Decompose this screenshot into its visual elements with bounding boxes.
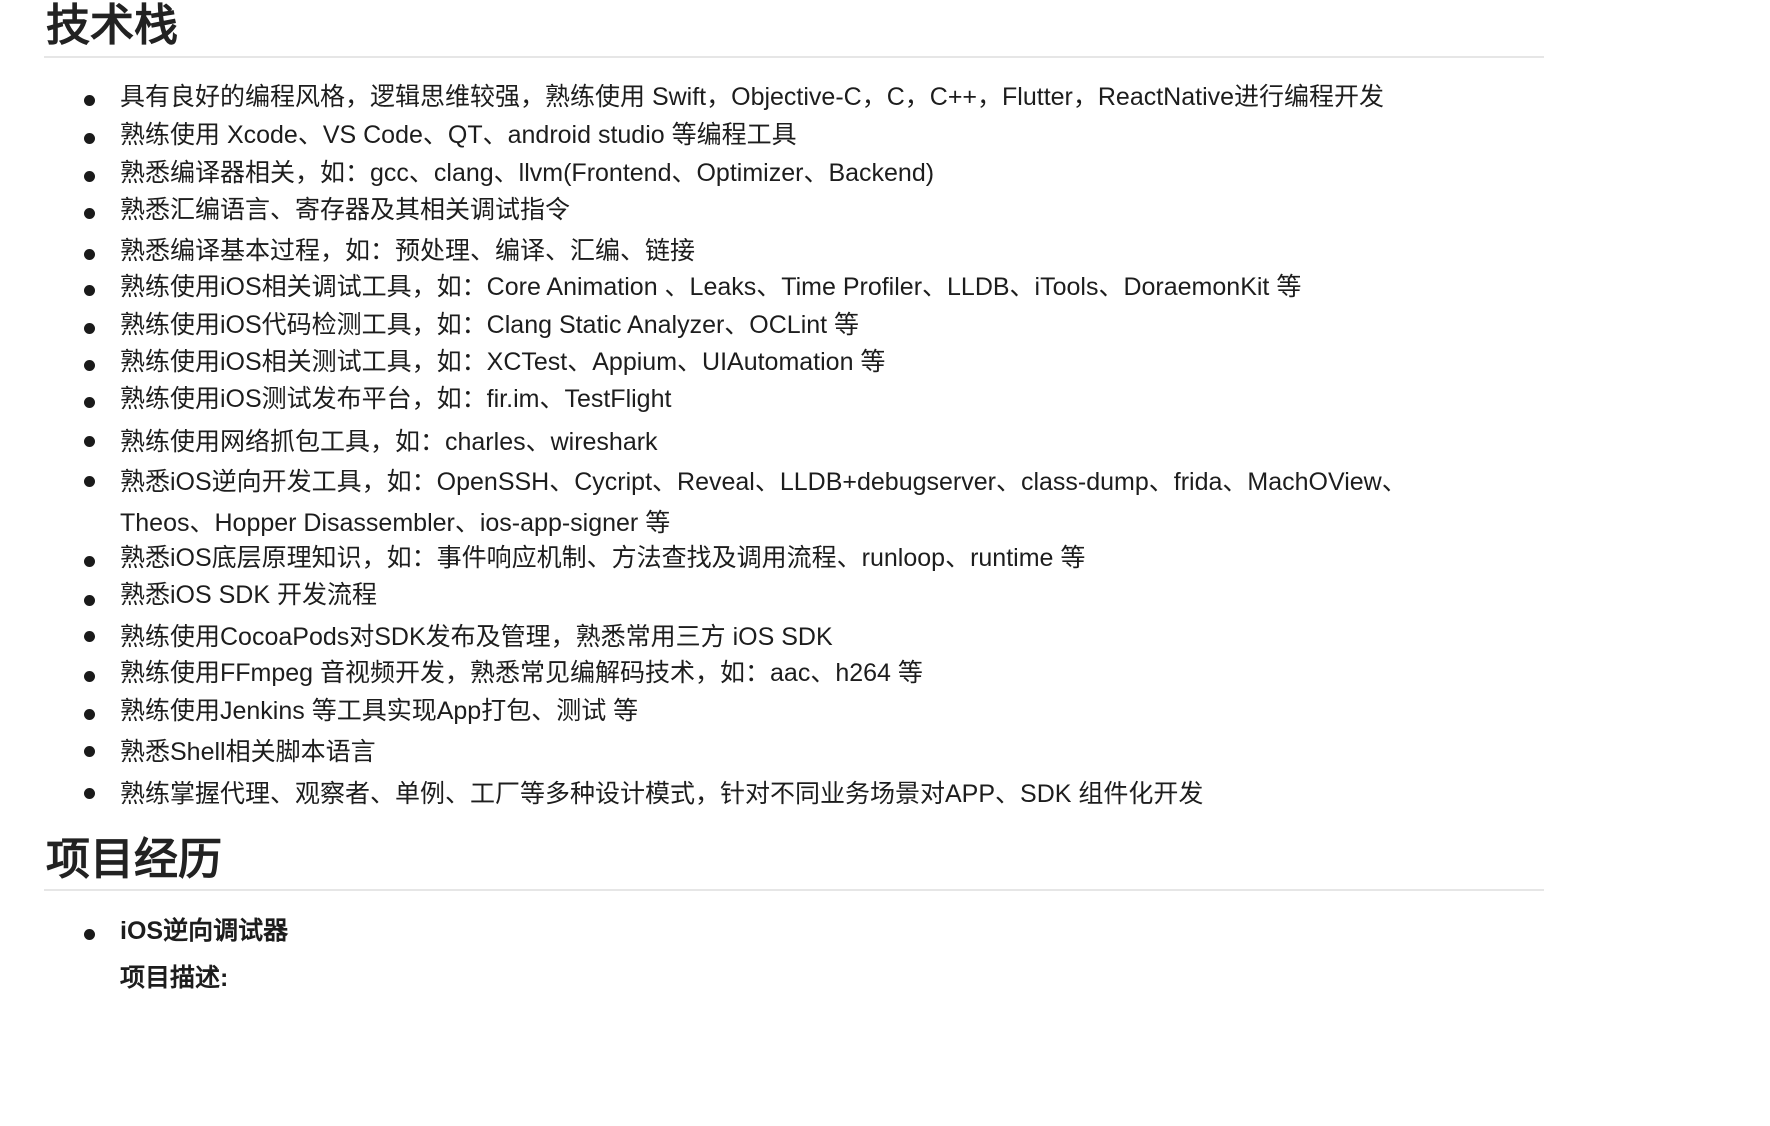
section-title-projects: 项目经历 — [46, 835, 222, 884]
list-item-text: 熟练使用iOS相关调试工具，如：Core Animation 、Leaks、Ti… — [120, 273, 1302, 301]
project-title: iOS逆向调试器 — [120, 917, 289, 945]
list-item-text: 熟练使用FFmpeg 音视频开发，熟悉常见编解码技术，如：aac、h264 等 — [120, 659, 923, 687]
list-item-text: 熟练使用CocoaPods对SDK发布及管理，熟悉常用三方 iOS SDK — [120, 623, 833, 651]
bullet-icon — [84, 788, 95, 799]
bullet-icon — [84, 476, 95, 487]
project-description-label: 项目描述: — [120, 964, 229, 992]
bullet-icon — [84, 285, 95, 296]
bullet-icon — [84, 323, 95, 334]
bullet-icon — [84, 595, 95, 606]
bullet-icon — [84, 929, 95, 940]
list-item-text: 熟悉汇编语言、寄存器及其相关调试指令 — [120, 196, 571, 224]
bullet-icon — [84, 249, 95, 260]
list-item-text: 熟练使用Jenkins 等工具实现App打包、测试 等 — [120, 697, 639, 725]
bullet-icon — [84, 436, 95, 447]
list-item-text: 熟练使用网络抓包工具，如：charles、wireshark — [120, 428, 658, 456]
bullet-icon — [84, 171, 95, 182]
bullet-icon — [84, 397, 95, 408]
list-item-text: 熟练使用iOS代码检测工具，如：Clang Static Analyzer、OC… — [120, 311, 860, 339]
bullet-icon — [84, 95, 95, 106]
list-item-text: 熟悉iOS SDK 开发流程 — [120, 581, 377, 609]
resume-document: 技术栈 具有良好的编程风格，逻辑思维较强，熟练使用 Swift，Objectiv… — [0, 0, 1770, 1126]
bullet-icon — [84, 208, 95, 219]
bullet-icon — [84, 746, 95, 757]
list-item-text: 熟悉编译器相关，如：gcc、clang、llvm(Frontend、Optimi… — [120, 159, 935, 187]
list-item-text: 熟悉iOS底层原理知识，如：事件响应机制、方法查找及调用流程、runloop、r… — [120, 544, 1086, 572]
list-item-text: 熟练使用iOS相关测试工具，如：XCTest、Appium、UIAutomati… — [120, 348, 886, 376]
list-item-text: 熟悉iOS逆向开发工具，如：OpenSSH、Cycript、Reveal、LLD… — [120, 468, 1407, 537]
bullet-icon — [84, 631, 95, 642]
list-item-text: 熟练使用iOS测试发布平台，如：fir.im、TestFlight — [120, 385, 672, 413]
bullet-icon — [84, 556, 95, 567]
list-item-text: 熟练掌握代理、观察者、单例、工厂等多种设计模式，针对不同业务场景对APP、SDK… — [120, 780, 1204, 808]
section-divider — [44, 56, 1544, 58]
list-item-text: 熟悉Shell相关脚本语言 — [120, 738, 376, 766]
bullet-icon — [84, 709, 95, 720]
list-item-text: 熟悉编译基本过程，如：预处理、编译、汇编、链接 — [120, 237, 696, 265]
bullet-icon — [84, 671, 95, 682]
bullet-icon — [84, 133, 95, 144]
list-item-text: 熟练使用 Xcode、VS Code、QT、android studio 等编程… — [120, 121, 797, 149]
bullet-icon — [84, 360, 95, 371]
section-divider — [44, 889, 1544, 891]
list-item-text: 具有良好的编程风格，逻辑思维较强，熟练使用 Swift，Objective-C，… — [120, 83, 1385, 111]
section-title-tech-stack: 技术栈 — [46, 1, 178, 50]
